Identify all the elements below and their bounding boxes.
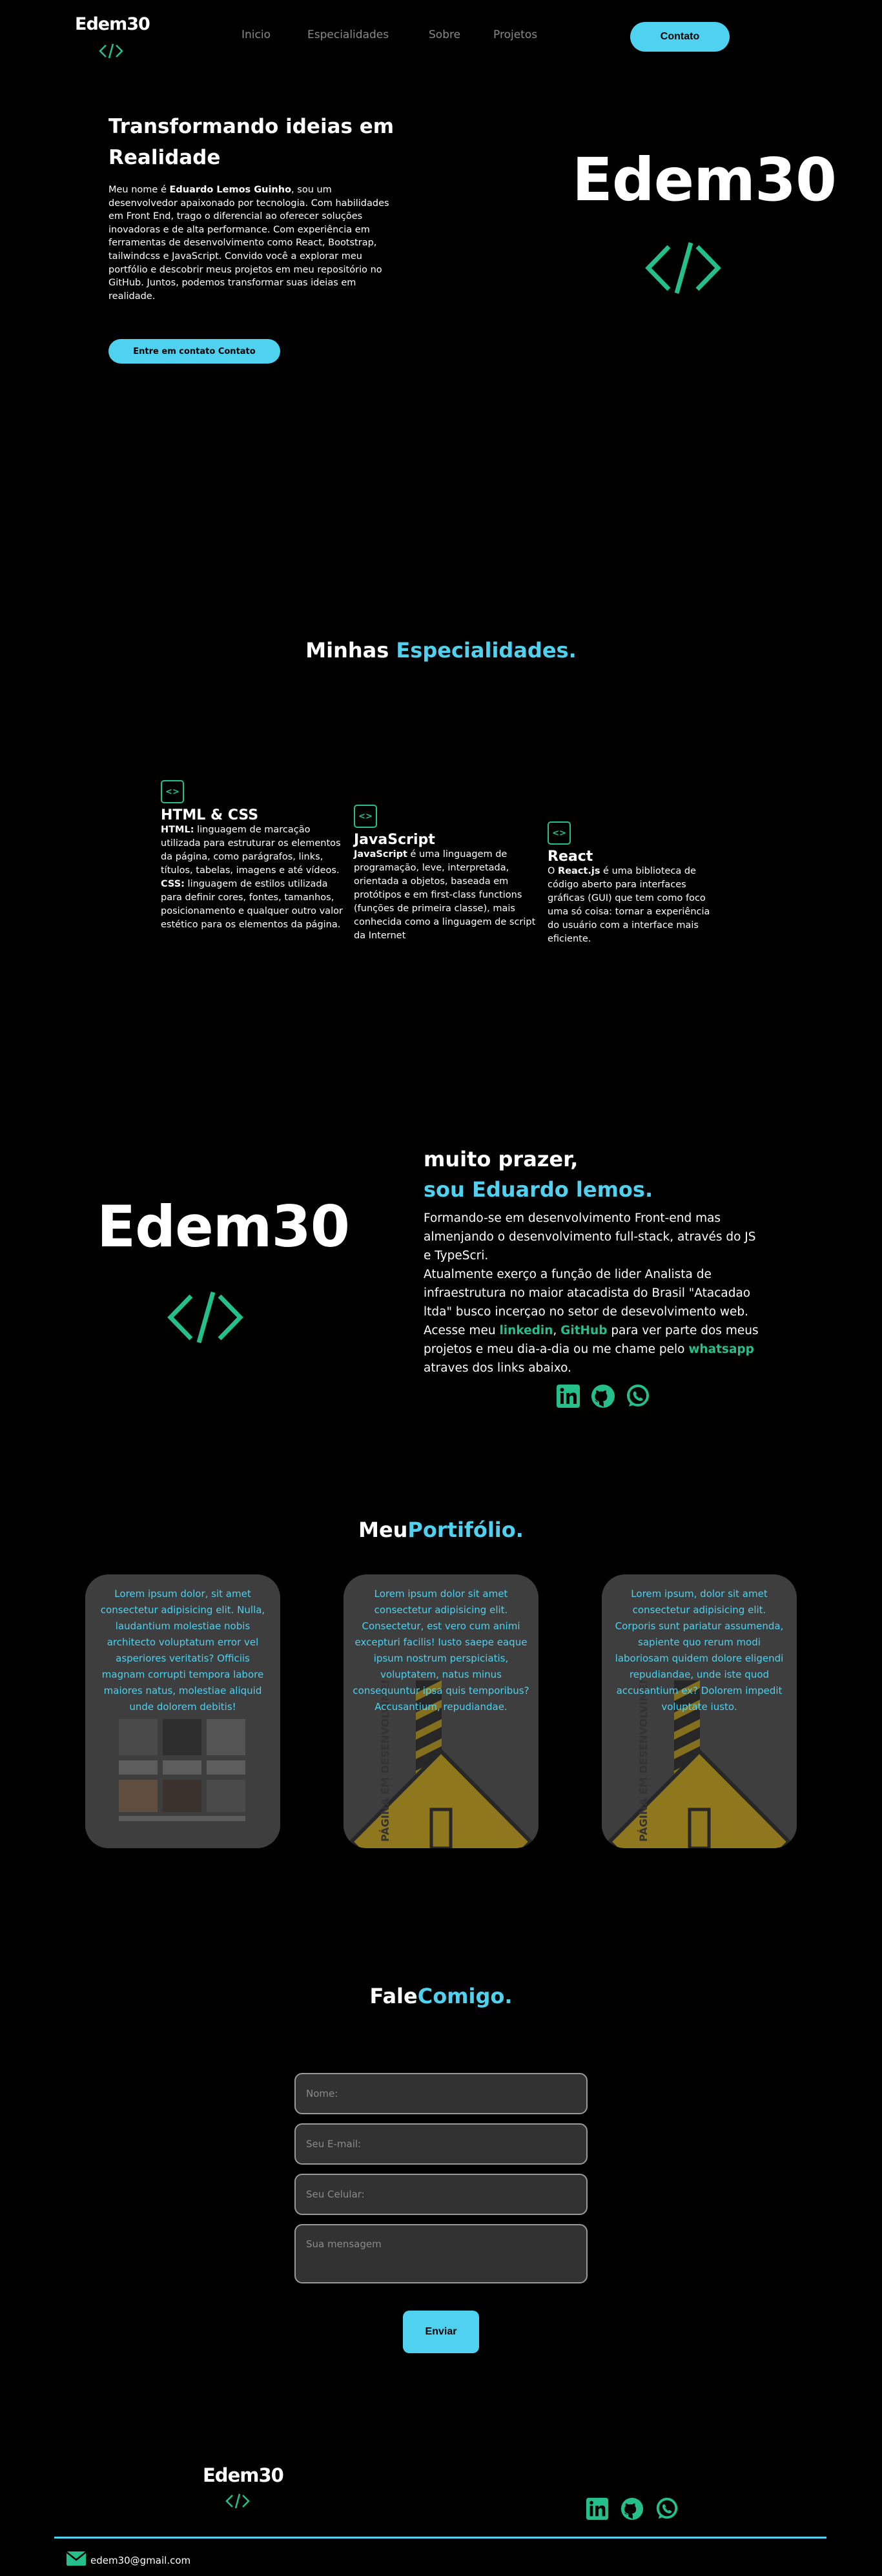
email-field[interactable]: [294, 2123, 588, 2165]
about-logo: Edem30: [97, 1193, 350, 1260]
mail-icon: [66, 2551, 87, 2566]
portfolio-title-accent: Portifólio.: [407, 1518, 524, 1542]
specialties-title: Minhas Especialidades.: [0, 638, 882, 663]
code-icon: [225, 2493, 250, 2509]
contact-button[interactable]: Contato: [630, 22, 730, 52]
portfolio-title: MeuPortifólio.: [0, 1518, 882, 1542]
specialty-title: HTML & CSS: [161, 807, 259, 823]
whatsapp-icon[interactable]: [655, 2497, 679, 2521]
about-text: Formando-se em desenvolvimento Front-end…: [424, 1209, 766, 1377]
contact-title-white: Fale: [369, 1984, 418, 2008]
whatsapp-link[interactable]: whatsapp: [688, 1343, 754, 1356]
about-greeting: muito prazer,: [424, 1147, 579, 1171]
intro-rest: , sou um desenvolvedor apaixonado por te…: [108, 185, 389, 302]
hero-intro: Meu nome é Eduardo Lemos Guinho, sou um …: [108, 183, 399, 303]
specialty-javascript: <> JavaScript JavaScript é uma linguagem…: [354, 805, 541, 943]
about-paragraph: Formando-se em desenvolvimento Front-end…: [424, 1211, 756, 1262]
nav-projetos[interactable]: Projetos: [493, 28, 537, 41]
portfolio-card[interactable]: Lorem ipsum dolor sit amet consectetur a…: [344, 1574, 538, 1848]
contact-title-accent: Comigo.: [417, 1984, 513, 2008]
intro-prefix: Meu nome é: [108, 185, 167, 195]
nav-sobre[interactable]: Sobre: [429, 28, 460, 41]
about-paragraph: Acesse meu linkedin, GitHub para ver par…: [424, 1324, 759, 1375]
footer-email[interactable]: edem30@gmail.com: [90, 2555, 190, 2566]
specialty-title: React: [548, 849, 593, 865]
nav-especialidades[interactable]: Especialidades: [307, 28, 389, 41]
code-icon: [99, 43, 123, 59]
footer-divider: [54, 2537, 826, 2539]
submit-button[interactable]: Enviar: [403, 2311, 479, 2353]
linkedin-icon[interactable]: [555, 1383, 581, 1409]
hero-contact-button[interactable]: Entre em contato Contato: [108, 339, 280, 364]
specialty-react: <> React O React.js é uma biblioteca de …: [548, 821, 717, 946]
hero-logo: Edem30: [572, 145, 837, 214]
code-icon: [167, 1292, 243, 1343]
specialty-html-css: <> HTML & CSS HTML: linguagem de marcaçã…: [161, 780, 348, 932]
card-description: Lorem ipsum dolor, sit amet consectetur …: [100, 1588, 265, 1713]
github-icon[interactable]: [590, 1383, 616, 1409]
specialty-text: HTML: linguagem de marcação utilizada pa…: [161, 825, 341, 876]
portfolio-title-white: Meu: [358, 1518, 408, 1542]
card-description: Lorem ipsum, dolor sit amet consectetur …: [615, 1588, 784, 1713]
specialty-text: JavaScript é uma linguagem de programaçã…: [354, 849, 536, 941]
name-field[interactable]: [294, 2073, 588, 2114]
message-field[interactable]: [294, 2224, 588, 2283]
intro-name: Eduardo Lemos Guinho: [169, 185, 292, 195]
github-icon[interactable]: [620, 2497, 644, 2521]
specialties-title-accent: Especialidades.: [396, 638, 577, 663]
contact-title: FaleComigo.: [0, 1984, 882, 2008]
portfolio-card[interactable]: Lorem ipsum dolor, sit amet consectetur …: [85, 1574, 280, 1848]
code-icon: [645, 242, 721, 294]
specialty-text: CSS: linguagem de estilos utilizada para…: [161, 879, 343, 930]
about-name: sou Eduardo lemos.: [424, 1177, 653, 1202]
phone-field[interactable]: [294, 2174, 588, 2215]
hero-title: Transformando ideias em Realidade: [108, 115, 395, 169]
specialty-title: JavaScript: [354, 832, 435, 848]
specialty-text: O React.js é uma biblioteca de código ab…: [548, 866, 710, 944]
footer-logo[interactable]: Edem30: [203, 2464, 284, 2486]
code-icon: <>: [354, 805, 377, 828]
card-description: Lorem ipsum dolor sit amet consectetur a…: [353, 1588, 529, 1713]
specialties-title-white: Minhas: [305, 638, 389, 663]
linkedin-icon[interactable]: [585, 2497, 610, 2521]
whatsapp-icon[interactable]: [625, 1383, 651, 1409]
linkedin-link[interactable]: linkedin: [499, 1324, 553, 1337]
about-paragraph: Atualmente exerço a função de lider Anal…: [424, 1268, 751, 1319]
github-link[interactable]: GitHub: [560, 1324, 607, 1337]
code-icon: <>: [548, 821, 571, 845]
logo[interactable]: Edem30: [75, 14, 150, 34]
code-icon: <>: [161, 780, 184, 803]
nav-inicio[interactable]: Inicio: [241, 28, 271, 41]
portfolio-card[interactable]: Lorem ipsum, dolor sit amet consectetur …: [602, 1574, 797, 1848]
